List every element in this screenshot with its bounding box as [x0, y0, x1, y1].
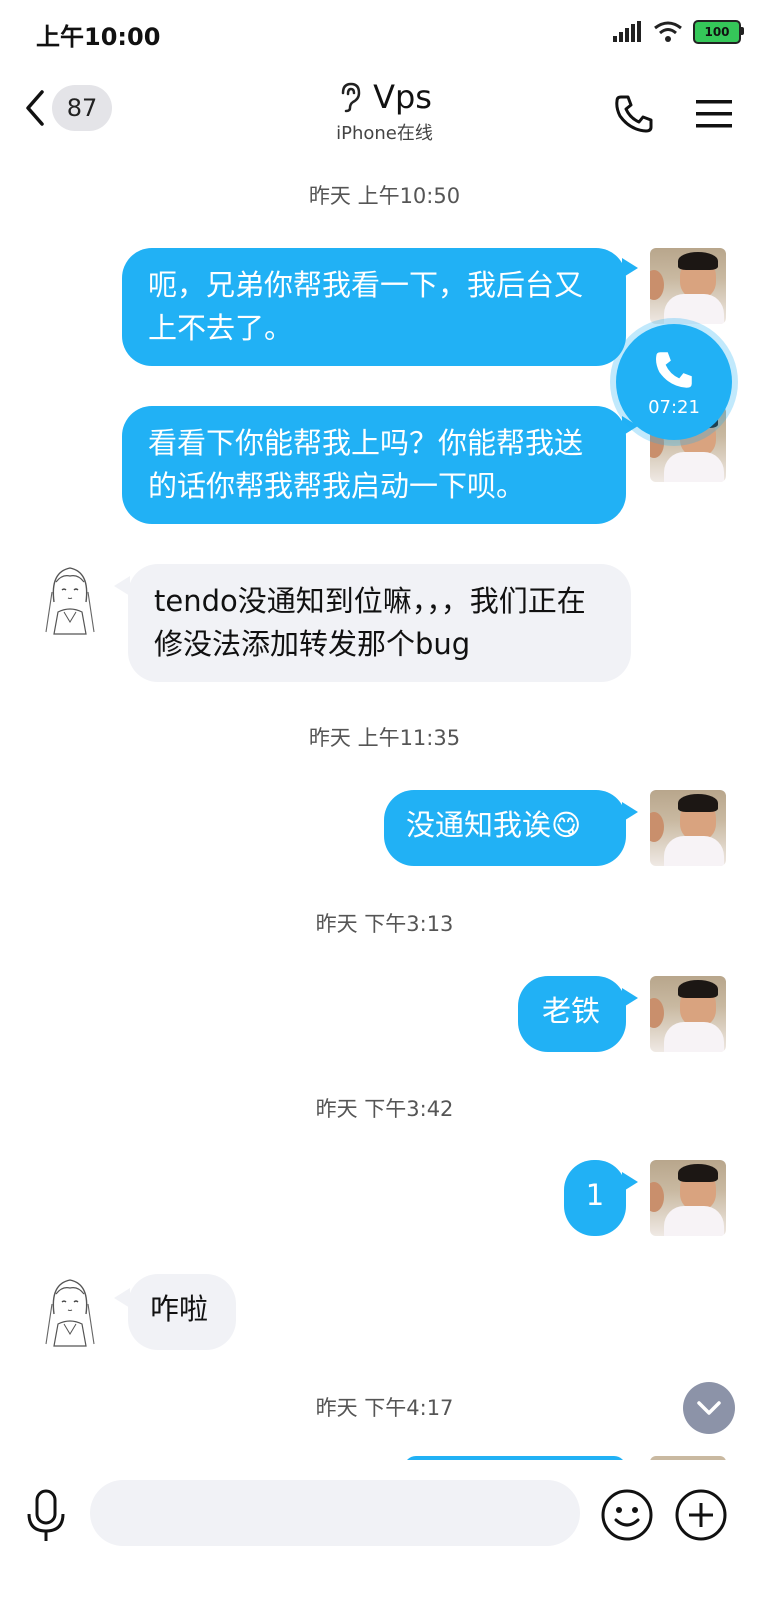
bubble-tail: [622, 258, 638, 278]
scroll-to-bottom-button[interactable]: [683, 1382, 735, 1434]
contact-avatar[interactable]: [32, 562, 108, 638]
ongoing-call-widget[interactable]: 07:21: [616, 324, 732, 440]
chevron-down-icon: [697, 1401, 721, 1415]
avatar[interactable]: [650, 1160, 726, 1236]
incoming-message[interactable]: 咋啦: [128, 1274, 236, 1350]
battery-indicator: 100: [693, 20, 744, 44]
bubble-tail: [622, 1172, 638, 1192]
timestamp: 昨天 上午10:50: [308, 184, 461, 208]
status-icons: 100: [613, 18, 744, 46]
plus-circle-icon[interactable]: [674, 1488, 728, 1542]
bubble-tail: [622, 802, 638, 822]
avatar[interactable]: [650, 790, 726, 866]
outgoing-message[interactable]: 呃，兄弟你帮我看一下，我后台又上不去了。: [122, 248, 626, 366]
hamburger-icon[interactable]: [694, 92, 734, 136]
incoming-message[interactable]: tendo没通知到位嘛，，，我们正在修没法添加转发那个bug: [128, 564, 631, 682]
status-bar: 上午10:00 100: [0, 0, 769, 64]
input-bar: [0, 1460, 769, 1600]
smile-icon[interactable]: [600, 1488, 654, 1542]
chat-title: Vps: [373, 78, 432, 116]
call-duration: 07:21: [648, 396, 700, 418]
phone-icon: [656, 351, 692, 388]
timestamp: 昨天 下午3:13: [315, 912, 454, 936]
phone-icon[interactable]: [612, 92, 656, 136]
avatar[interactable]: [650, 248, 726, 324]
wifi-icon: [654, 21, 682, 42]
chat-header: 87 Vps iPhone在线: [0, 64, 769, 164]
ear-icon: [341, 82, 361, 113]
signal-icon: [613, 21, 641, 42]
outgoing-message[interactable]: 没通知我诶😋: [384, 790, 626, 866]
outgoing-message[interactable]: 1: [564, 1160, 626, 1236]
outgoing-message[interactable]: 看看下你能帮我上吗？你能帮我送的话你帮我帮我启动一下呗。: [122, 406, 626, 524]
timestamp: 昨天 下午3:42: [315, 1097, 454, 1121]
avatar[interactable]: [650, 976, 726, 1052]
status-time: 上午10:00: [36, 23, 161, 51]
outgoing-message[interactable]: 老铁: [518, 976, 626, 1052]
anime-girl-avatar-icon: [45, 1279, 95, 1347]
timestamp: 昨天 上午11:35: [308, 726, 461, 750]
battery-level: 100: [704, 25, 730, 39]
contact-avatar[interactable]: [32, 1274, 108, 1350]
timestamp: 昨天 下午4:17: [315, 1396, 454, 1420]
anime-girl-avatar-icon: [45, 567, 95, 635]
message-input[interactable]: [90, 1480, 580, 1546]
mic-icon[interactable]: [24, 1488, 68, 1544]
bubble-tail: [622, 988, 638, 1008]
